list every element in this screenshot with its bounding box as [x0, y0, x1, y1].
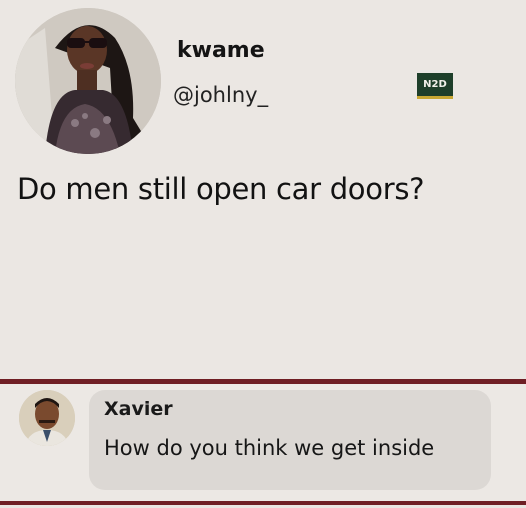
tweet-card: kwame @johlny_ N2D Do men still open car… — [0, 0, 526, 380]
reply-text: How do you think we get inside — [104, 436, 435, 460]
watermark-logo: N2D — [417, 73, 453, 99]
reply-avatar[interactable] — [19, 390, 75, 446]
profile-avatar[interactable] — [15, 8, 161, 154]
tweet-text: Do men still open car doors? — [17, 172, 425, 206]
divider-bottom — [0, 501, 526, 505]
reply-author-name[interactable]: Xavier — [104, 398, 173, 420]
display-name[interactable]: kwame — [177, 38, 265, 63]
user-handle[interactable]: @johlny_ — [173, 83, 268, 107]
